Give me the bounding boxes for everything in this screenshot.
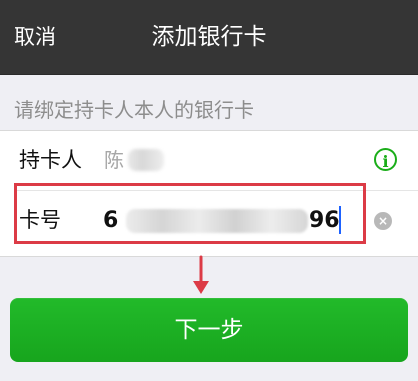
bind-card-hint: 请绑定持卡人本人的银行卡: [14, 98, 254, 122]
next-button[interactable]: 下一步: [10, 298, 408, 362]
close-circle-icon[interactable]: ×: [374, 212, 392, 230]
card-number-row[interactable]: 卡号 6 96 ×: [0, 191, 418, 255]
info-icon[interactable]: i: [374, 148, 397, 171]
card-number-label: 卡号: [19, 208, 61, 232]
card-number-end[interactable]: 96: [309, 206, 340, 236]
text-caret: [339, 206, 341, 234]
cardholder-row: 持卡人 陈 i: [0, 131, 418, 191]
cardholder-name-mask: [128, 149, 164, 171]
cardholder-label: 持卡人: [19, 148, 82, 172]
bank-card-form: 持卡人 陈 i 卡号 6 96 ×: [0, 130, 418, 257]
page-title: 添加银行卡: [151, 24, 267, 50]
arrow-down-icon: [193, 255, 209, 294]
card-number-start[interactable]: 6: [103, 206, 118, 236]
cardholder-name: 陈: [104, 148, 124, 172]
top-navbar: 取消 添加银行卡: [0, 0, 418, 75]
bottom-spacer: [0, 362, 418, 381]
card-number-mask: [126, 209, 308, 233]
